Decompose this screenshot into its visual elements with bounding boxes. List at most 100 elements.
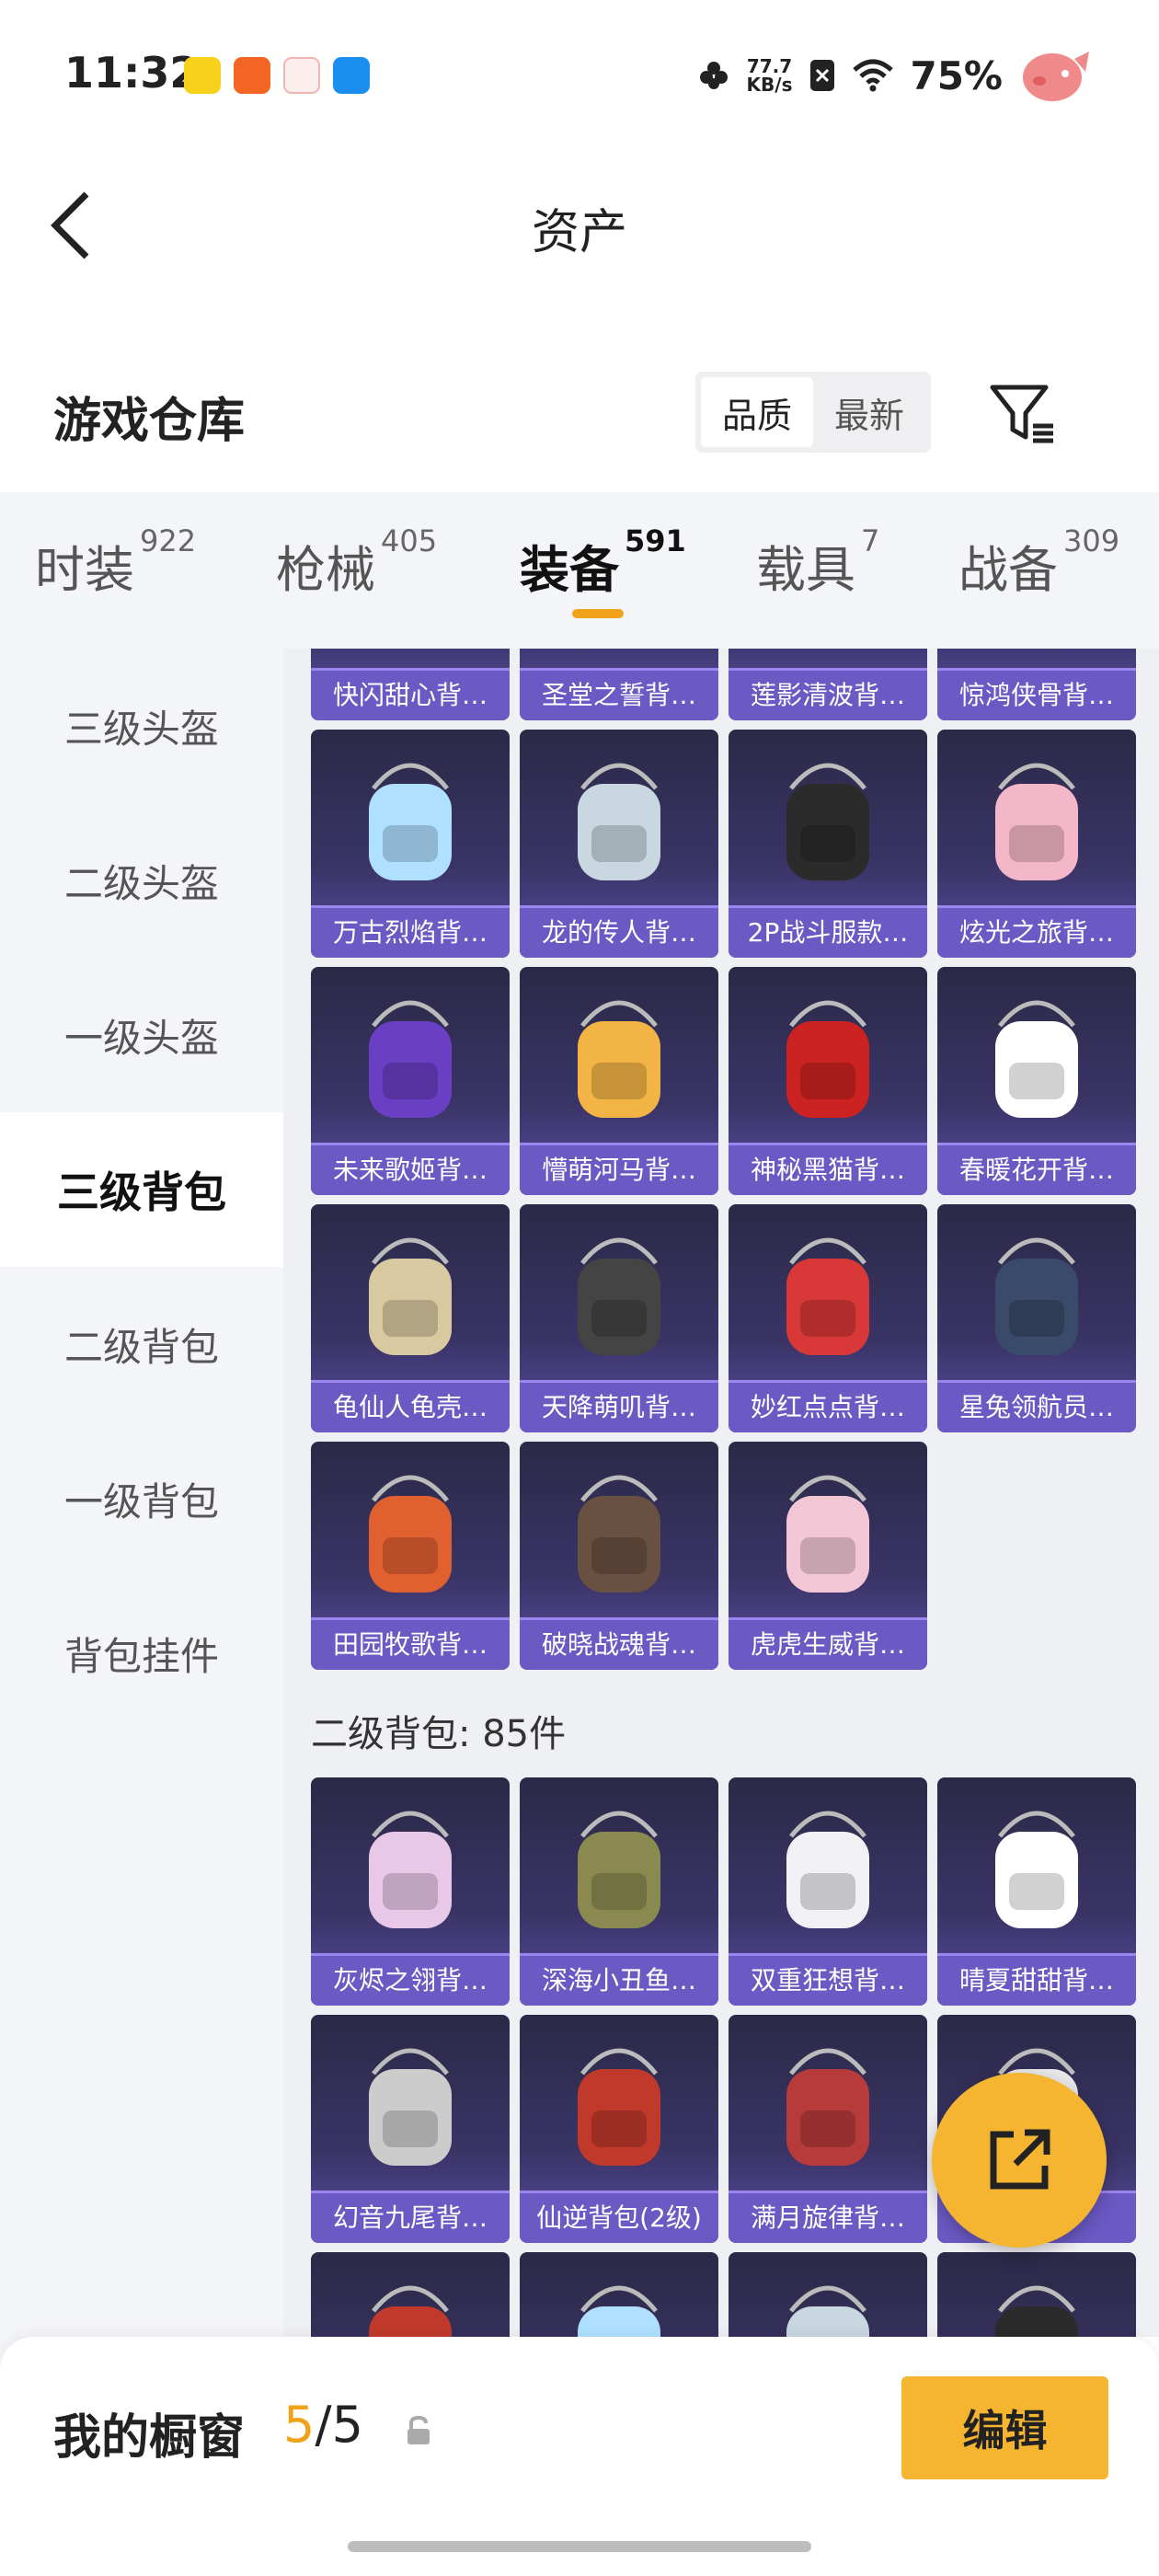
item-card[interactable]: 双重狂想背… xyxy=(729,1777,927,2006)
warehouse-title: 游戏仓库 xyxy=(53,394,246,449)
backpack-thumbnail xyxy=(555,1464,683,1602)
backpack-thumbnail xyxy=(346,752,475,890)
app-notification-icon xyxy=(234,57,270,94)
item-card[interactable]: 春暖花开背… xyxy=(937,967,1136,1195)
item-card[interactable]: 神秘黑猫背… xyxy=(729,967,927,1195)
showcase-count: 5/5 xyxy=(283,2396,363,2454)
backpack-thumbnail xyxy=(763,1800,892,1938)
backpack-thumbnail xyxy=(346,989,475,1127)
share-fab-button[interactable] xyxy=(932,2073,1107,2248)
item-name: 懵萌河马背… xyxy=(541,1155,696,1185)
tab-count: 922 xyxy=(140,523,197,558)
item-card[interactable]: 幻音九尾背… xyxy=(311,2015,510,2243)
backpack-thumbnail xyxy=(763,2037,892,2175)
item-card[interactable]: 深海小丑鱼… xyxy=(520,1777,718,2006)
sidebar: 三级头盔 二级头盔 一级头盔 三级背包 二级背包 一级背包 背包挂件 xyxy=(0,649,283,2576)
item-card[interactable]: 田园牧歌背… xyxy=(311,1442,510,1670)
showcase-count-total: 5 xyxy=(331,2396,363,2454)
tab-fashion[interactable]: 时装 922 xyxy=(35,523,196,602)
tab-count: 591 xyxy=(625,523,686,558)
item-card[interactable]: 万古烈焰背… xyxy=(311,730,510,958)
notification-icons xyxy=(184,57,370,94)
sidebar-item-backpack-3[interactable]: 三级背包 xyxy=(0,1112,283,1267)
backpack-thumbnail xyxy=(972,2274,1101,2337)
tab-label: 装备 xyxy=(520,541,619,599)
item-name: 双重狂想背… xyxy=(750,1965,905,1995)
item-card[interactable]: 龟仙人龟壳… xyxy=(311,1204,510,1432)
item-name: 快闪甜心背… xyxy=(332,680,488,710)
item-name: 神秘黑猫背… xyxy=(750,1155,905,1185)
backpack-thumbnail xyxy=(555,752,683,890)
status-time: 11:32 xyxy=(64,48,200,98)
item-card[interactable]: 虎虎生威背… xyxy=(729,1442,927,1670)
item-card[interactable]: 龙的传人背… xyxy=(520,730,718,958)
item-name: 虎虎生威背… xyxy=(750,1629,905,1660)
showcase-count-separator: / xyxy=(315,2396,332,2454)
item-card[interactable]: 快闪甜心背… xyxy=(311,649,510,720)
item-card[interactable] xyxy=(520,2252,718,2337)
tab-guns[interactable]: 枪械 405 xyxy=(276,523,437,602)
item-card[interactable] xyxy=(729,2252,927,2337)
backpack-thumbnail xyxy=(972,752,1101,890)
item-card[interactable]: 满月旋律背… xyxy=(729,2015,927,2243)
item-card[interactable]: 仙逆背包(2级) xyxy=(520,2015,718,2243)
showcase-count-current: 5 xyxy=(283,2396,316,2454)
item-card[interactable]: 2P战斗服款… xyxy=(729,730,927,958)
backpack-thumbnail xyxy=(555,1800,683,1938)
lock-icon xyxy=(407,2415,430,2444)
item-card[interactable]: 莲影清波背… xyxy=(729,649,927,720)
sidebar-item-backpack-2[interactable]: 二级背包 xyxy=(0,1267,283,1421)
item-card[interactable]: 天降萌叽背… xyxy=(520,1204,718,1432)
item-card[interactable]: 晴夏甜甜背… xyxy=(937,1777,1136,2006)
item-card[interactable] xyxy=(937,2252,1136,2337)
item-card[interactable]: 破晓战魂背… xyxy=(520,1442,718,1670)
sidebar-item-helmet-1[interactable]: 一级头盔 xyxy=(0,958,283,1112)
sort-quality-option[interactable]: 品质 xyxy=(701,377,813,447)
showcase-label: 我的橱窗 xyxy=(53,2410,246,2466)
item-card[interactable]: 未来歌姬背… xyxy=(311,967,510,1195)
edit-button[interactable]: 编辑 xyxy=(901,2376,1108,2479)
backpack-thumbnail xyxy=(555,2037,683,2175)
category-tabs: 时装 922 枪械 405 装备 591 载具 7 战备 309 xyxy=(0,492,1159,649)
item-card[interactable]: 灰烬之翎背… xyxy=(311,1777,510,2006)
item-card[interactable] xyxy=(311,2252,510,2337)
wifi-icon xyxy=(853,59,894,92)
tab-supplies[interactable]: 战备 309 xyxy=(958,523,1119,602)
item-card[interactable]: 懵萌河马背… xyxy=(520,967,718,1195)
sort-latest-option[interactable]: 最新 xyxy=(813,377,925,447)
sidebar-item-backpack-1[interactable]: 一级背包 xyxy=(0,1421,283,1576)
backpack-thumbnail xyxy=(346,1800,475,1938)
tab-count: 309 xyxy=(1063,523,1120,558)
tab-count: 7 xyxy=(861,523,880,558)
sidebar-item-helmet-2[interactable]: 二级头盔 xyxy=(0,803,283,958)
item-card[interactable]: 妙红点点背… xyxy=(729,1204,927,1432)
item-name: 灰烬之翎背… xyxy=(332,1965,488,1995)
sidebar-item-helmet-3[interactable]: 三级头盔 xyxy=(0,649,283,803)
net-speed-value: 77.7 xyxy=(746,55,793,77)
sidebar-item-pendant[interactable]: 背包挂件 xyxy=(0,1576,283,1731)
tab-vehicles[interactable]: 载具 7 xyxy=(756,523,879,602)
item-name: 幻音九尾背… xyxy=(332,2202,488,2233)
item-card[interactable]: 星兔领航员… xyxy=(937,1204,1136,1432)
backpack-thumbnail xyxy=(346,649,475,652)
item-name: 晴夏甜甜背… xyxy=(958,1965,1114,1995)
filter-button[interactable] xyxy=(989,382,1062,446)
item-card[interactable]: 圣堂之誓背… xyxy=(520,649,718,720)
filter-icon xyxy=(990,385,1053,443)
item-name: 田园牧歌背… xyxy=(332,1629,488,1660)
item-card[interactable]: 炫光之旅背… xyxy=(937,730,1136,958)
item-name: 2P战斗服款… xyxy=(747,917,909,948)
tab-label: 时装 xyxy=(35,541,134,599)
backpack-thumbnail xyxy=(972,649,1101,652)
active-tab-indicator xyxy=(572,609,624,618)
backpack-thumbnail xyxy=(346,1464,475,1602)
backpack-thumbnail xyxy=(346,2037,475,2175)
pig-avatar-icon xyxy=(1023,52,1089,101)
item-name: 炫光之旅背… xyxy=(958,917,1114,948)
tab-equipment[interactable]: 装备 591 xyxy=(520,523,686,602)
item-name: 圣堂之誓背… xyxy=(541,680,696,710)
home-indicator[interactable] xyxy=(348,2541,811,2552)
item-card[interactable]: 惊鸿侠骨背… xyxy=(937,649,1136,720)
battery-level: 75% xyxy=(910,52,1003,98)
item-name: 惊鸿侠骨背… xyxy=(958,680,1114,710)
